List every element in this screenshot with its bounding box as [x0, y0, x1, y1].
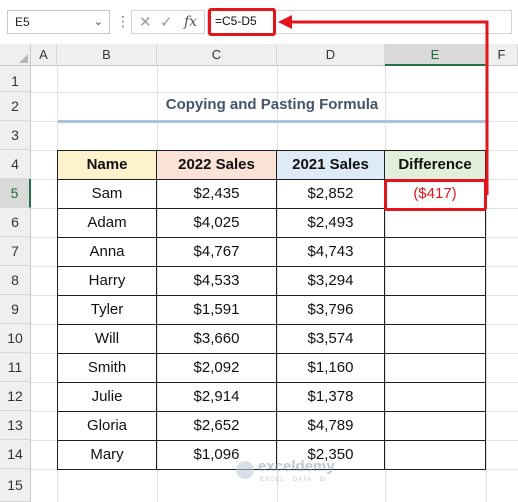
watermark-name: exceldemy [258, 458, 335, 475]
cell-name-row-12[interactable]: Julie [58, 383, 157, 412]
cell-diff-row-10[interactable] [385, 325, 486, 354]
select-all-corner[interactable] [0, 44, 31, 66]
active-cell-highlight [384, 179, 487, 211]
formula-highlight [208, 8, 276, 36]
row-header-8[interactable]: 8 [0, 266, 31, 295]
watermark-logo: exceldemy EXCEL · DATA · BI [236, 458, 356, 490]
cell-s2022-row-13[interactable]: $2,652 [157, 412, 277, 441]
cell-s2022-row-5[interactable]: $2,435 [157, 180, 277, 209]
cell-diff-row-9[interactable] [385, 296, 486, 325]
title-underline [58, 120, 486, 123]
cell-s2022-row-7[interactable]: $4,767 [157, 238, 277, 267]
watermark-tagline: EXCEL · DATA · BI [260, 477, 328, 483]
cell-s2022-row-10[interactable]: $3,660 [157, 325, 277, 354]
cell-s2022-row-12[interactable]: $2,914 [157, 383, 277, 412]
cell-s2022-row-11[interactable]: $2,092 [157, 354, 277, 383]
row-header-7[interactable]: 7 [0, 237, 31, 266]
cell-s2021-row-10[interactable]: $3,574 [277, 325, 385, 354]
cancel-icon[interactable]: ✕ [139, 13, 152, 31]
row-header-11[interactable]: 11 [0, 353, 31, 382]
row-header-12[interactable]: 12 [0, 382, 31, 411]
more-options-icon[interactable]: ⋮ [116, 12, 130, 30]
column-header-f[interactable]: F [486, 44, 518, 66]
column-header-e[interactable]: E [385, 44, 486, 66]
name-box-value: E5 [15, 15, 30, 29]
cell-name-row-14[interactable]: Mary [58, 441, 157, 470]
cell-s2022-row-8[interactable]: $4,533 [157, 267, 277, 296]
row-header-1[interactable]: 1 [0, 66, 31, 92]
row-header-3[interactable]: 3 [0, 121, 31, 150]
column-header-a[interactable]: A [31, 44, 57, 66]
cell-name-row-10[interactable]: Will [58, 325, 157, 354]
cell-diff-row-13[interactable] [385, 412, 486, 441]
cell-name-row-7[interactable]: Anna [58, 238, 157, 267]
row-header-2[interactable]: 2 [0, 92, 31, 121]
cell-s2021-row-6[interactable]: $2,493 [277, 209, 385, 238]
row-header-13[interactable]: 13 [0, 411, 31, 440]
cell-diff-row-6[interactable] [385, 209, 486, 238]
formula-buttons: ✕ ✓ fx [131, 10, 205, 34]
cell-name-row-8[interactable]: Harry [58, 267, 157, 296]
header-2021-sales[interactable]: 2021 Sales [277, 151, 385, 180]
column-header-d[interactable]: D [277, 44, 385, 66]
cell-s2021-row-5[interactable]: $2,852 [277, 180, 385, 209]
sheet-title: Copying and Pasting Formula [165, 96, 379, 113]
cell-diff-row-14[interactable] [385, 441, 486, 470]
column-header-c[interactable]: C [157, 44, 277, 66]
name-box[interactable]: E5 ⌄ [7, 10, 110, 34]
row-header-9[interactable]: 9 [0, 295, 31, 324]
cell-s2021-row-12[interactable]: $1,378 [277, 383, 385, 412]
enter-icon[interactable]: ✓ [160, 13, 173, 31]
row-header-15[interactable]: 15 [0, 469, 31, 502]
formula-bar-area: E5 ⌄ ⋮ ✕ ✓ fx =C5-D5 [0, 0, 518, 44]
cell-name-row-5[interactable]: Sam [58, 180, 157, 209]
row-header-5[interactable]: 5 [0, 179, 31, 208]
cell-s2022-row-6[interactable]: $4,025 [157, 209, 277, 238]
exceldemy-logo-icon [236, 461, 254, 479]
chevron-down-icon[interactable]: ⌄ [94, 15, 103, 28]
cell-s2021-row-11[interactable]: $1,160 [277, 354, 385, 383]
row-header-14[interactable]: 14 [0, 440, 31, 469]
header-2022-sales[interactable]: 2022 Sales [157, 151, 277, 180]
row-header-6[interactable]: 6 [0, 208, 31, 237]
cell-s2021-row-9[interactable]: $3,796 [277, 296, 385, 325]
cell-name-row-6[interactable]: Adam [58, 209, 157, 238]
cell-diff-row-8[interactable] [385, 267, 486, 296]
cell-name-row-13[interactable]: Gloria [58, 412, 157, 441]
row-header-10[interactable]: 10 [0, 324, 31, 353]
cell-name-row-9[interactable]: Tyler [58, 296, 157, 325]
cell-s2021-row-7[interactable]: $4,743 [277, 238, 385, 267]
cell-name-row-11[interactable]: Smith [58, 354, 157, 383]
cell-s2022-row-9[interactable]: $1,591 [157, 296, 277, 325]
cell-diff-row-12[interactable] [385, 383, 486, 412]
header-name[interactable]: Name [58, 151, 157, 180]
cell-diff-row-11[interactable] [385, 354, 486, 383]
insert-function-icon[interactable]: fx [184, 14, 197, 30]
cell-diff-row-7[interactable] [385, 238, 486, 267]
header-difference[interactable]: Difference [385, 151, 486, 180]
cell-s2021-row-8[interactable]: $3,294 [277, 267, 385, 296]
row-header-4[interactable]: 4 [0, 150, 31, 179]
cell-s2021-row-13[interactable]: $4,789 [277, 412, 385, 441]
column-header-b[interactable]: B [57, 44, 157, 66]
